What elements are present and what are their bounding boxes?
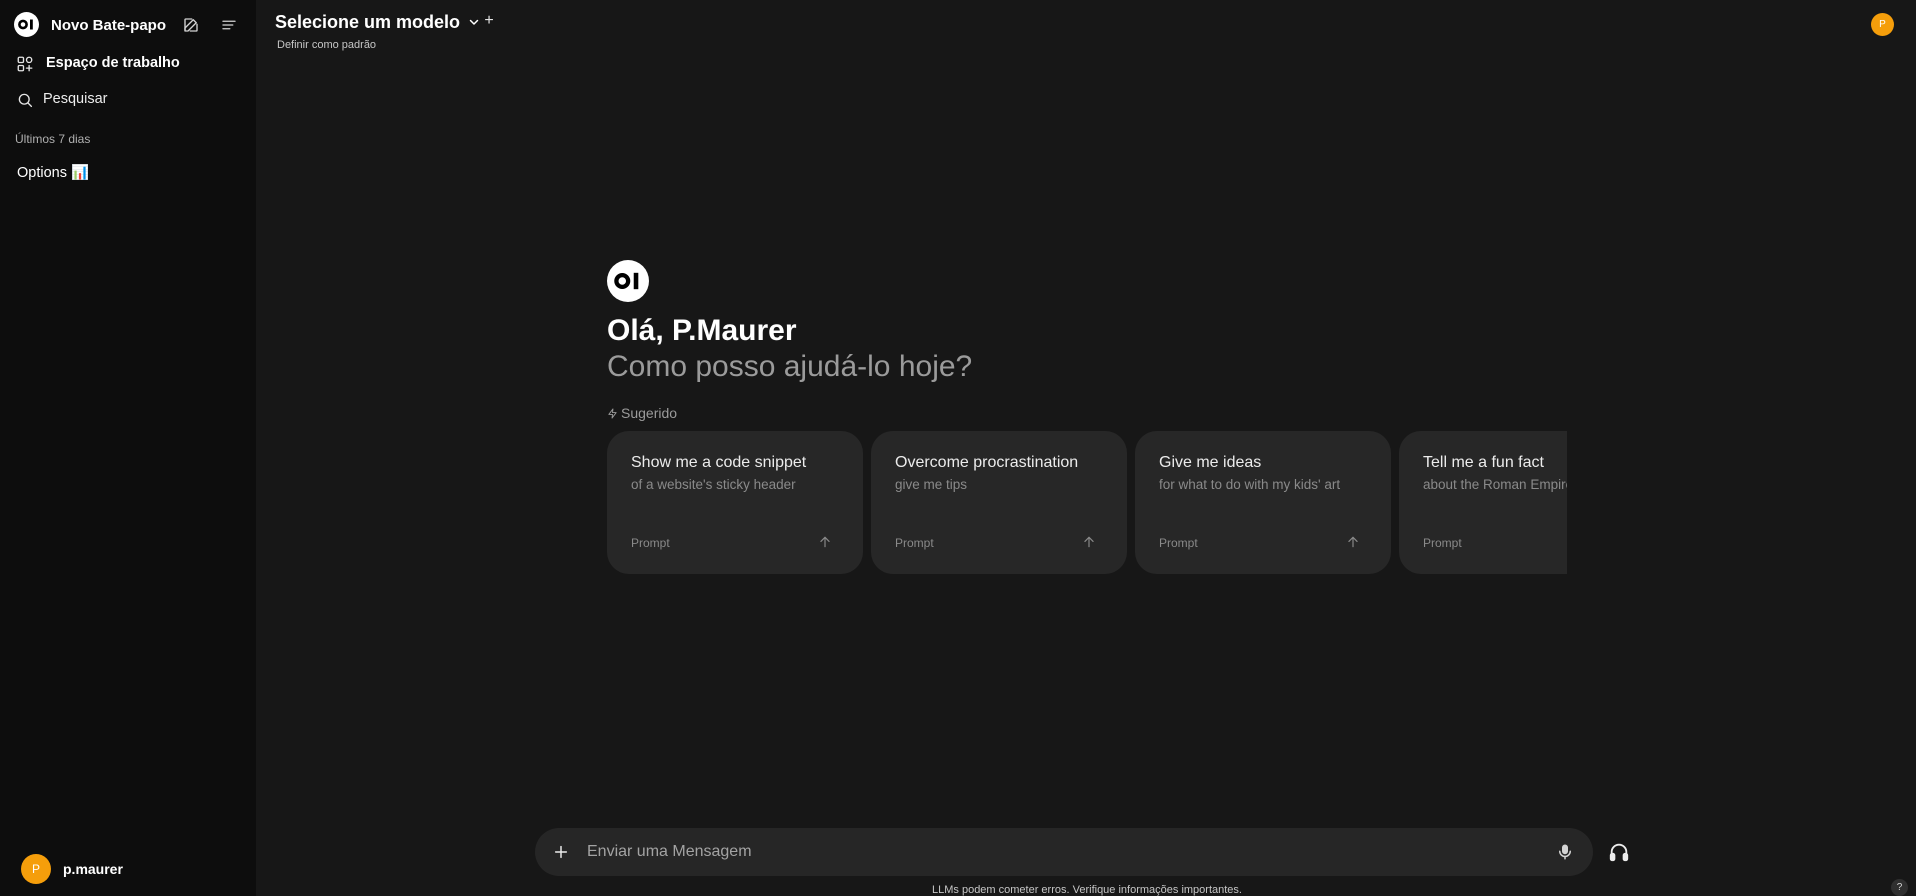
new-chat-button[interactable] — [178, 12, 204, 38]
sidebar-item-search[interactable]: Pesquisar — [0, 83, 256, 115]
suggestion-tag: Prompt — [631, 536, 670, 550]
sidebar: Novo Bate-papo Espaço de trabalho Pesqui… — [0, 0, 256, 896]
suggestion-subtitle: of a website's sticky header — [631, 477, 796, 492]
suggestion-card[interactable]: Overcome procrastination give me tips Pr… — [871, 431, 1127, 574]
app-logo-icon[interactable] — [14, 12, 39, 37]
suggestion-card[interactable]: Show me a code snippet of a website's st… — [607, 431, 863, 574]
suggestion-tag: Prompt — [1423, 536, 1462, 550]
suggested-label: Sugerido — [607, 405, 677, 421]
avatar: P — [21, 854, 51, 884]
section-label: Últimos 7 dias — [15, 132, 91, 146]
model-selector[interactable]: Selecione um modelo — [275, 9, 480, 35]
sidebar-header: Novo Bate-papo — [14, 12, 244, 38]
message-composer — [535, 828, 1593, 876]
suggestion-card[interactable]: Tell me a fun fact about the Roman Empir… — [1399, 431, 1567, 574]
suggestion-subtitle: about the Roman Empire — [1423, 477, 1567, 492]
chat-item-label: Options 📊 — [17, 165, 90, 181]
headphones-icon — [1609, 843, 1629, 862]
chat-item[interactable]: Options 📊 — [6, 158, 248, 186]
avatar[interactable]: P — [1871, 13, 1894, 36]
workspace-icon — [17, 56, 33, 72]
add-model-button[interactable]: + — [481, 11, 497, 31]
chevron-down-icon — [469, 19, 479, 25]
subgreeting: Como posso ajudá-lo hoje? — [607, 350, 973, 383]
suggestion-card[interactable]: Give me ideas for what to do with my kid… — [1135, 431, 1391, 574]
app-logo-icon — [607, 260, 649, 302]
set-default-link[interactable]: Definir como padrão — [277, 39, 376, 51]
arrow-up-icon — [820, 536, 830, 548]
sidebar-item-label: Pesquisar — [43, 91, 108, 107]
help-button[interactable]: ? — [1891, 879, 1908, 896]
suggestion-title: Overcome procrastination — [895, 454, 1079, 471]
message-input[interactable] — [587, 840, 1487, 864]
suggestion-tag: Prompt — [1159, 536, 1198, 550]
username: p.maurer — [63, 861, 123, 877]
disclaimer: LLMs podem cometer erros. Verifique info… — [932, 884, 1242, 896]
microphone-icon — [1559, 844, 1571, 860]
toggle-sidebar-button[interactable] — [216, 12, 242, 38]
model-selector-label: Selecione um modelo — [275, 11, 461, 32]
greeting: Olá, P.Maurer — [607, 314, 797, 347]
suggestion-title: Tell me a fun fact — [1423, 454, 1544, 471]
plus-icon — [554, 845, 568, 859]
sidebar-item-label: Espaço de trabalho — [46, 55, 180, 71]
user-menu[interactable]: P p.maurer — [10, 848, 246, 888]
sidebar-item-workspace[interactable]: Espaço de trabalho — [0, 47, 256, 79]
suggestion-title: Show me a code snippet — [631, 454, 807, 471]
suggested-label-text: Sugerido — [621, 405, 678, 421]
bolt-icon — [608, 407, 617, 419]
suggestion-tag: Prompt — [895, 536, 934, 550]
attach-button[interactable] — [549, 840, 573, 864]
menu-icon — [222, 20, 236, 30]
arrow-up-icon — [1348, 536, 1358, 548]
suggestion-title: Give me ideas — [1159, 454, 1262, 471]
search-icon — [18, 93, 33, 108]
voice-mode-button[interactable] — [1606, 839, 1632, 865]
new-chat-title[interactable]: Novo Bate-papo — [51, 17, 166, 34]
app: Novo Bate-papo Espaço de trabalho Pesqui… — [0, 0, 1916, 896]
suggestion-subtitle: give me tips — [895, 477, 968, 492]
dictate-button[interactable] — [1553, 840, 1577, 864]
suggestion-cards: Show me a code snippet of a website's st… — [607, 431, 1567, 575]
suggestion-subtitle: for what to do with my kids' art — [1159, 477, 1341, 492]
arrow-up-icon — [1084, 536, 1094, 548]
edit-icon — [184, 18, 198, 32]
